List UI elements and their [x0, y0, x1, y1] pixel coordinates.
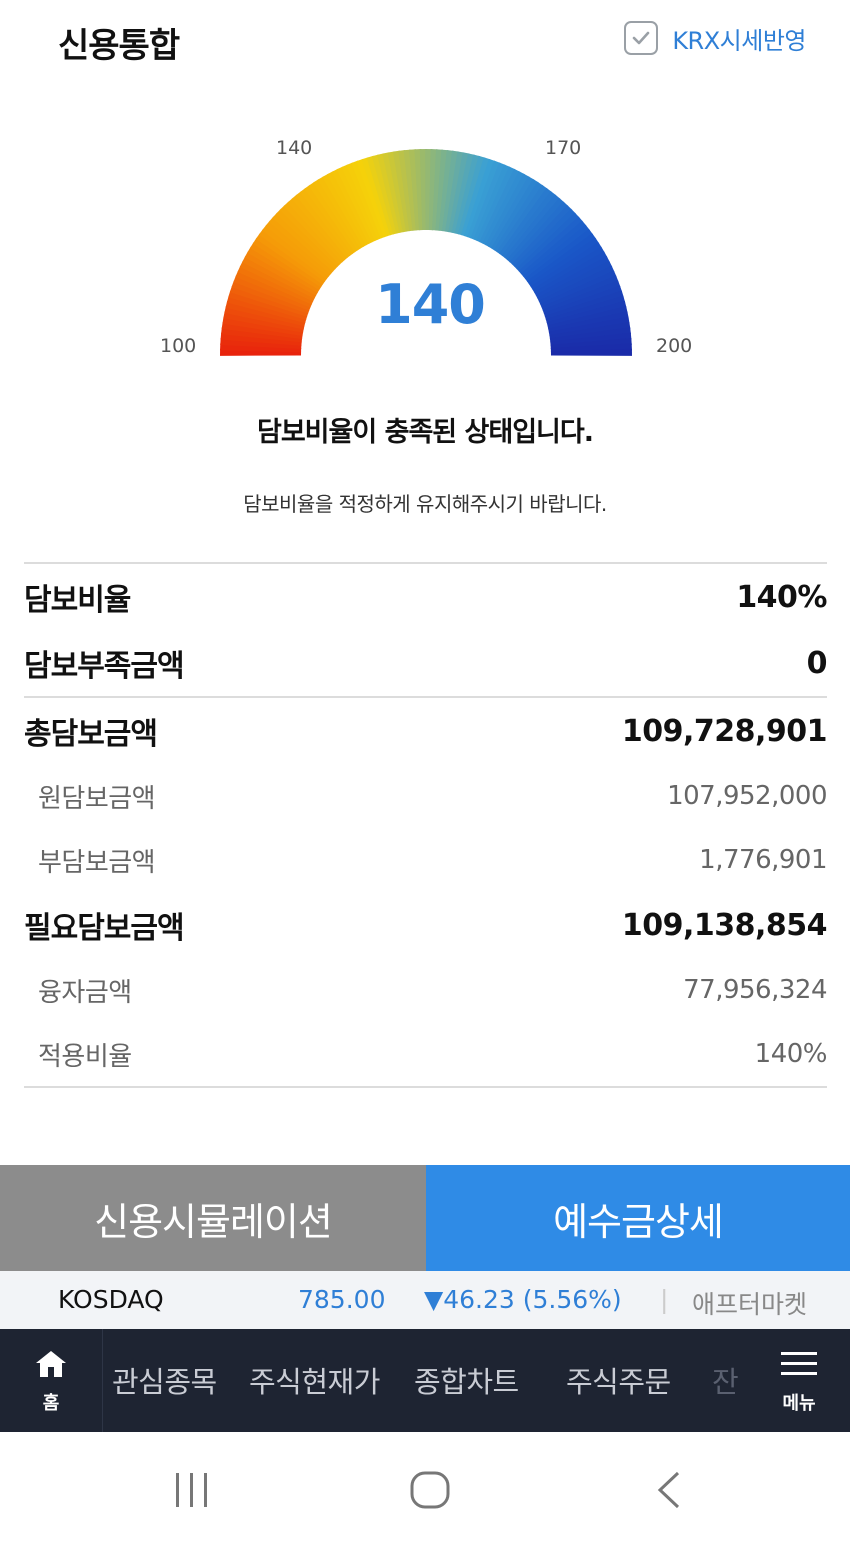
back-button[interactable] — [652, 1470, 684, 1514]
row-value: 140% — [754, 1039, 828, 1069]
tab-order[interactable]: 주식주문 — [566, 1359, 671, 1401]
row-value: 107,952,000 — [667, 781, 827, 811]
tab-watchlist[interactable]: 관심종목 — [112, 1359, 217, 1401]
status-subtitle: 담보비율을 적정하게 유지해주시기 바랍니다. — [243, 492, 607, 516]
row-label: 담보부족금액 — [24, 649, 185, 684]
tab-menu-label: 메뉴 — [782, 1393, 816, 1414]
status-title: 담보비율이 충족된 상태입니다. — [257, 417, 594, 448]
gauge-tick-max: 200 — [656, 335, 693, 357]
row-value: 109,138,854 — [621, 907, 828, 943]
gauge-tick-min: 100 — [160, 335, 197, 357]
ticker-price: 785.00 — [298, 1285, 386, 1314]
tab-menu[interactable]: 메뉴 — [748, 1329, 850, 1432]
row-applied-ratio: 적용비율 140% — [24, 1022, 828, 1086]
row-loan-amount: 융자금액 77,956,324 — [24, 958, 827, 1022]
row-label: 적용비율 — [38, 1041, 132, 1072]
row-label: 원담보금액 — [38, 783, 156, 814]
header: 신용통합 KRX시세반영 — [0, 0, 850, 80]
row-value: 77,956,324 — [683, 975, 827, 1005]
row-value: 140% — [736, 579, 827, 615]
row-value: 109,728,901 — [621, 713, 828, 749]
ticker-index-name: KOSDAQ — [58, 1285, 164, 1314]
back-icon — [657, 1471, 680, 1509]
hamburger-menu-icon — [781, 1352, 817, 1375]
row-value: 0 — [806, 645, 828, 681]
gauge-value: 140 — [375, 273, 486, 336]
ticker-separator: | — [660, 1285, 669, 1314]
tab-home-label: 홈 — [42, 1393, 60, 1414]
page-title: 신용통합 — [58, 26, 180, 66]
row-required-collateral: 필요담보금액 109,138,854 — [24, 892, 828, 958]
home-button[interactable] — [409, 1470, 451, 1514]
home-icon — [36, 1351, 66, 1377]
row-value: 1,776,901 — [699, 845, 827, 875]
row-label: 담보비율 — [24, 583, 131, 618]
row-original-collateral: 원담보금액 107,952,000 — [24, 764, 827, 828]
row-label: 부담보금액 — [38, 847, 156, 878]
row-total-collateral: 총담보금액 109,728,901 — [24, 698, 828, 764]
row-collateral-shortfall: 담보부족금액 0 — [24, 630, 828, 696]
recent-apps-icon — [176, 1473, 207, 1507]
tab-chart[interactable]: 종합차트 — [414, 1359, 519, 1401]
home-nav-icon — [410, 1471, 450, 1509]
gauge-tick-high: 170 — [545, 137, 582, 159]
row-label: 융자금액 — [38, 977, 132, 1008]
row-label: 필요담보금액 — [24, 911, 185, 946]
deposit-detail-button[interactable]: 예수금상세 — [426, 1165, 850, 1271]
collateral-summary: 담보비율 140% 담보부족금액 0 총담보금액 109,728,901 원담보… — [24, 562, 828, 1088]
krx-checkbox[interactable] — [624, 21, 659, 55]
screen: 신용통합 KRX시세반영 100 140 170 200 140 담보비율이 충… — [0, 0, 850, 1545]
gauge-tick-low: 140 — [276, 137, 313, 159]
market-ticker[interactable]: KOSDAQ 785.00 ▼46.23 (5.56%) | 애프터마켓 — [0, 1271, 850, 1329]
recent-apps-button[interactable] — [172, 1470, 212, 1514]
tab-home[interactable]: 홈 — [0, 1329, 103, 1432]
tab-balance[interactable]: 잔 — [712, 1359, 739, 1401]
row-secondary-collateral: 부담보금액 1,776,901 — [24, 828, 827, 892]
ticker-change: ▼46.23 (5.56%) — [424, 1285, 622, 1314]
bottom-tab-bar: 홈 관심종목 주식현재가 종합차트 주식주문 잔 메뉴 — [0, 1329, 850, 1432]
collateral-gauge: 100 140 170 200 140 — [150, 125, 710, 375]
system-navigation-bar — [0, 1432, 850, 1545]
credit-simulation-button[interactable]: 신용시뮬레이션 — [0, 1165, 426, 1271]
divider — [24, 1086, 827, 1088]
gauge-arc — [220, 149, 632, 356]
row-collateral-ratio: 담보비율 140% — [24, 564, 827, 630]
tab-current-price[interactable]: 주식현재가 — [249, 1359, 380, 1401]
krx-label: KRX시세반영 — [672, 26, 806, 55]
krx-price-toggle[interactable]: KRX시세반영 — [624, 18, 806, 58]
row-label: 총담보금액 — [24, 717, 158, 752]
check-icon — [633, 31, 650, 45]
after-market-label: 애프터마켓 — [692, 1290, 808, 1319]
